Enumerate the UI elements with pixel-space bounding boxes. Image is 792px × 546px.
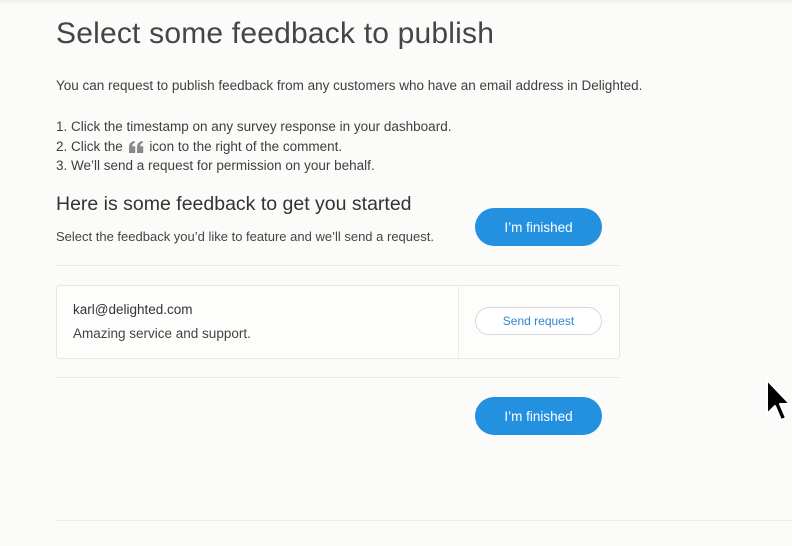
mouse-pointer-icon <box>765 378 791 427</box>
instruction-step-2-before: 2. Click the <box>56 138 123 154</box>
page-title: Select some feedback to publish <box>56 17 495 50</box>
instruction-step-2: 2. Click the icon to the right of the co… <box>56 137 451 157</box>
feedback-email: karl@delighted.com <box>73 302 193 317</box>
intro-text: You can request to publish feedback from… <box>56 78 643 93</box>
instructions-list: 1. Click the timestamp on any survey res… <box>56 117 451 176</box>
send-request-button[interactable]: Send request <box>475 307 602 335</box>
feedback-comment: Amazing service and support. <box>73 326 251 341</box>
feedback-card: karl@delighted.com Amazing service and s… <box>56 285 620 359</box>
section-divider-top <box>56 265 619 266</box>
instruction-step-1: 1. Click the timestamp on any survey res… <box>56 119 452 134</box>
section-title: Here is some feedback to get you started <box>56 193 412 215</box>
instruction-step-3: 3. We’ll send a request for permission o… <box>56 158 375 173</box>
finished-button-bottom[interactable]: I’m finished <box>475 397 602 435</box>
section-divider-bottom <box>56 377 619 378</box>
footer-divider <box>56 520 792 521</box>
window-top-edge <box>0 0 792 4</box>
finished-button-top[interactable]: I’m finished <box>475 208 602 246</box>
instruction-step-2-after: icon to the right of the comment. <box>149 138 343 154</box>
section-subtitle: Select the feedback you’d like to featur… <box>56 229 434 244</box>
card-divider <box>458 286 459 358</box>
